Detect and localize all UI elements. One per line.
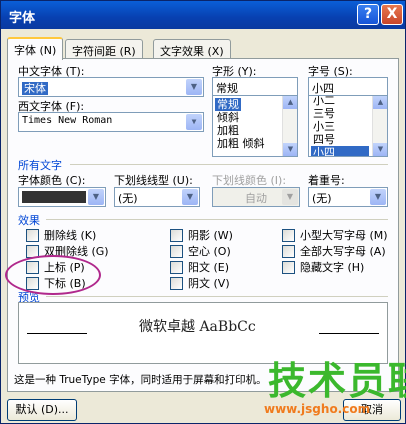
checkbox-label: 隐藏文字 (H) — [300, 261, 365, 274]
emphasis-mark-value: (无) — [312, 192, 332, 205]
watermark-logo: 技术员联盟 www.jsgho.com — [256, 346, 406, 422]
default-button[interactable]: 默认 (D)... — [7, 399, 77, 421]
tab-character-spacing[interactable]: 字符间距 (R) — [65, 39, 143, 59]
checkbox-box[interactable] — [170, 245, 183, 258]
close-button[interactable]: X — [381, 4, 403, 25]
font-color-label: 字体颜色 (C): — [18, 174, 86, 187]
list-item[interactable]: 小三 — [311, 120, 337, 133]
checkbox-label: 全部大写字母 (A) — [300, 245, 386, 258]
underline-style-select[interactable]: (无) ▼ — [114, 187, 200, 207]
list-item[interactable]: 倾斜 — [215, 111, 241, 124]
font-size-list[interactable]: 小二 三号 小三 四号 小四 ▲ ▼ — [308, 95, 388, 157]
title-bar: 字体 ? X — [1, 1, 405, 29]
underline-style-value: (无) — [118, 192, 138, 205]
list-item[interactable]: 加粗 — [215, 124, 241, 137]
underline-style-label: 下划线线型 (U): — [114, 174, 193, 187]
checkbox-label: 阴影 (W) — [188, 229, 233, 242]
checkbox-emboss[interactable]: 阳文 (E) — [170, 261, 229, 275]
scroll-up-icon[interactable]: ▲ — [373, 96, 387, 109]
checkbox-hidden[interactable]: 隐藏文字 (H) — [282, 261, 364, 275]
preview-sample: 微软卓越 AaBbCc — [139, 319, 256, 335]
font-style-input[interactable]: 常规 — [212, 77, 298, 97]
checkbox-label: 空心 (O) — [188, 245, 231, 258]
chevron-down-icon: ▼ — [88, 189, 104, 205]
checkbox-box[interactable] — [170, 261, 183, 274]
tab-text-effects[interactable]: 文字效果 (X) — [153, 39, 231, 59]
font-color-select[interactable]: ▼ — [18, 187, 106, 207]
font-size-value: 小四 — [312, 82, 334, 95]
checkbox-box[interactable] — [170, 277, 183, 290]
checkbox-label: 阳文 (E) — [188, 261, 230, 274]
checkbox-strikethrough[interactable]: 删除线 (K) — [26, 229, 96, 243]
chevron-down-icon: ▼ — [282, 189, 298, 205]
scrollbar[interactable]: ▲ ▼ — [282, 96, 297, 156]
watermark-url: www.jsgho.com — [264, 402, 371, 416]
list-item[interactable]: 四号 — [311, 133, 337, 146]
checkbox-label: 小型大写字母 (M) — [300, 229, 388, 242]
checkbox-box[interactable] — [26, 229, 39, 242]
font-note: 这是一种 TrueType 字体，同时适用于屏幕和打印机。 — [14, 374, 267, 386]
checkbox-label: 删除线 (K) — [44, 229, 97, 242]
checkbox-small-caps[interactable]: 小型大写字母 (M) — [282, 229, 388, 243]
emphasis-mark-label: 着重号: — [308, 174, 345, 187]
list-item[interactable]: 常规 — [215, 98, 241, 111]
divider — [46, 296, 388, 297]
divider — [70, 164, 388, 165]
chevron-down-icon: ▼ — [186, 114, 202, 130]
checkbox-box[interactable] — [170, 229, 183, 242]
divider — [46, 219, 388, 220]
font-style-value: 常规 — [216, 82, 238, 95]
underline-color-label: 下划线颜色 (I): — [212, 174, 287, 187]
western-font-select[interactable]: Times New Roman ▼ — [18, 112, 204, 132]
dialog-title: 字体 — [9, 11, 36, 26]
help-button[interactable]: ? — [357, 4, 379, 25]
scrollbar[interactable]: ▲ ▼ — [372, 96, 387, 156]
western-font-value: Times New Roman — [22, 115, 113, 126]
annotation-ellipse — [5, 255, 101, 295]
checkbox-label: 阴文 (V) — [188, 277, 230, 290]
watermark-title: 技术员联盟 — [268, 359, 406, 403]
underline-color-select[interactable]: 自动 ▼ — [212, 187, 300, 207]
scroll-down-icon[interactable]: ▼ — [283, 143, 297, 156]
checkbox-outline[interactable]: 空心 (O) — [170, 245, 231, 259]
checkbox-box[interactable] — [282, 261, 295, 274]
checkbox-shadow[interactable]: 阴影 (W) — [170, 229, 233, 243]
underline-color-value: 自动 — [245, 192, 267, 205]
effects-section-title: 效果 — [18, 214, 40, 227]
checkbox-box[interactable] — [282, 229, 295, 242]
chinese-font-value: 宋体 — [22, 82, 48, 95]
scroll-down-icon[interactable]: ▼ — [373, 143, 387, 156]
checkbox-all-caps[interactable]: 全部大写字母 (A) — [282, 245, 386, 259]
checkbox-engrave[interactable]: 阴文 (V) — [170, 277, 230, 291]
list-item[interactable]: 三号 — [311, 107, 337, 120]
font-style-list[interactable]: 常规 倾斜 加粗 加粗 倾斜 ▲ ▼ — [212, 95, 298, 157]
all-text-section-title: 所有文字 — [18, 159, 62, 172]
checkbox-box[interactable] — [282, 245, 295, 258]
color-swatch — [22, 191, 86, 203]
font-tab-panel: 中文字体 (T): 宋体 ▼ 西文字体 (F): Times New Roman… — [7, 58, 399, 392]
font-size-input[interactable]: 小四 — [308, 77, 388, 97]
chevron-down-icon: ▼ — [182, 189, 198, 205]
emphasis-mark-select[interactable]: (无) ▼ — [308, 187, 388, 207]
font-dialog: 字体 ? X 字体 (N) 字符间距 (R) 文字效果 (X) 中文字体 (T)… — [0, 0, 406, 424]
chinese-font-select[interactable]: 宋体 ▼ — [18, 77, 204, 97]
list-item[interactable]: 小二 — [311, 96, 337, 107]
baseline-left — [27, 333, 87, 334]
list-item[interactable]: 小四 — [311, 146, 369, 156]
tab-font[interactable]: 字体 (N) — [7, 37, 64, 60]
chevron-down-icon: ▼ — [186, 79, 202, 95]
scroll-up-icon[interactable]: ▲ — [283, 96, 297, 109]
chevron-down-icon: ▼ — [370, 189, 386, 205]
baseline-right — [319, 333, 379, 334]
list-item[interactable]: 加粗 倾斜 — [215, 137, 267, 150]
